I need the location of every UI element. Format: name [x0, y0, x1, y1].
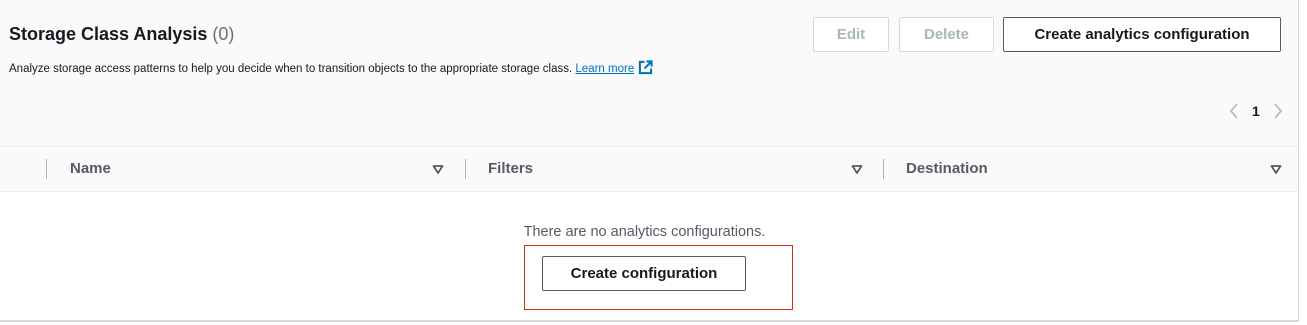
column-header-destination[interactable]: Destination: [906, 147, 988, 191]
page-title: Storage Class Analysis (0): [9, 23, 234, 45]
chevron-right-icon: [1274, 103, 1282, 119]
create-configuration-button[interactable]: Create configuration: [542, 256, 746, 291]
external-link-icon: [639, 60, 653, 75]
sort-caret-icon[interactable]: [851, 162, 863, 176]
create-analytics-configuration-button[interactable]: Create analytics configuration: [1003, 17, 1281, 52]
description: Analyze storage access patterns to help …: [9, 60, 653, 77]
previous-page-button[interactable]: [1224, 99, 1244, 123]
empty-state-message: There are no analytics configurations.: [523, 224, 766, 240]
column-divider[interactable]: [883, 159, 884, 179]
current-page-number[interactable]: 1: [1252, 103, 1260, 119]
description-text: Analyze storage access patterns to help …: [9, 63, 573, 75]
delete-button[interactable]: Delete: [899, 17, 994, 52]
chevron-left-icon: [1229, 103, 1238, 119]
column-divider: [46, 159, 47, 179]
column-header-filters[interactable]: Filters: [488, 147, 533, 191]
sort-caret-icon[interactable]: [432, 162, 444, 176]
column-divider[interactable]: [465, 159, 466, 179]
table-header: Name Filters Destination: [0, 147, 1298, 192]
next-page-button[interactable]: [1268, 99, 1288, 123]
learn-more-label: Learn more: [575, 63, 635, 75]
title-text: Storage Class Analysis: [9, 24, 208, 44]
sort-caret-icon[interactable]: [1270, 162, 1282, 176]
storage-class-analysis-panel: Storage Class Analysis (0) Analyze storag…: [0, 0, 1299, 322]
learn-more-link[interactable]: Learn more: [575, 60, 653, 75]
title-count: (0): [212, 24, 235, 44]
pagination: 1: [1224, 99, 1288, 123]
edit-button[interactable]: Edit: [813, 17, 889, 52]
panel-header: Storage Class Analysis (0) Analyze storag…: [0, 0, 1298, 147]
column-header-name[interactable]: Name: [70, 147, 111, 191]
